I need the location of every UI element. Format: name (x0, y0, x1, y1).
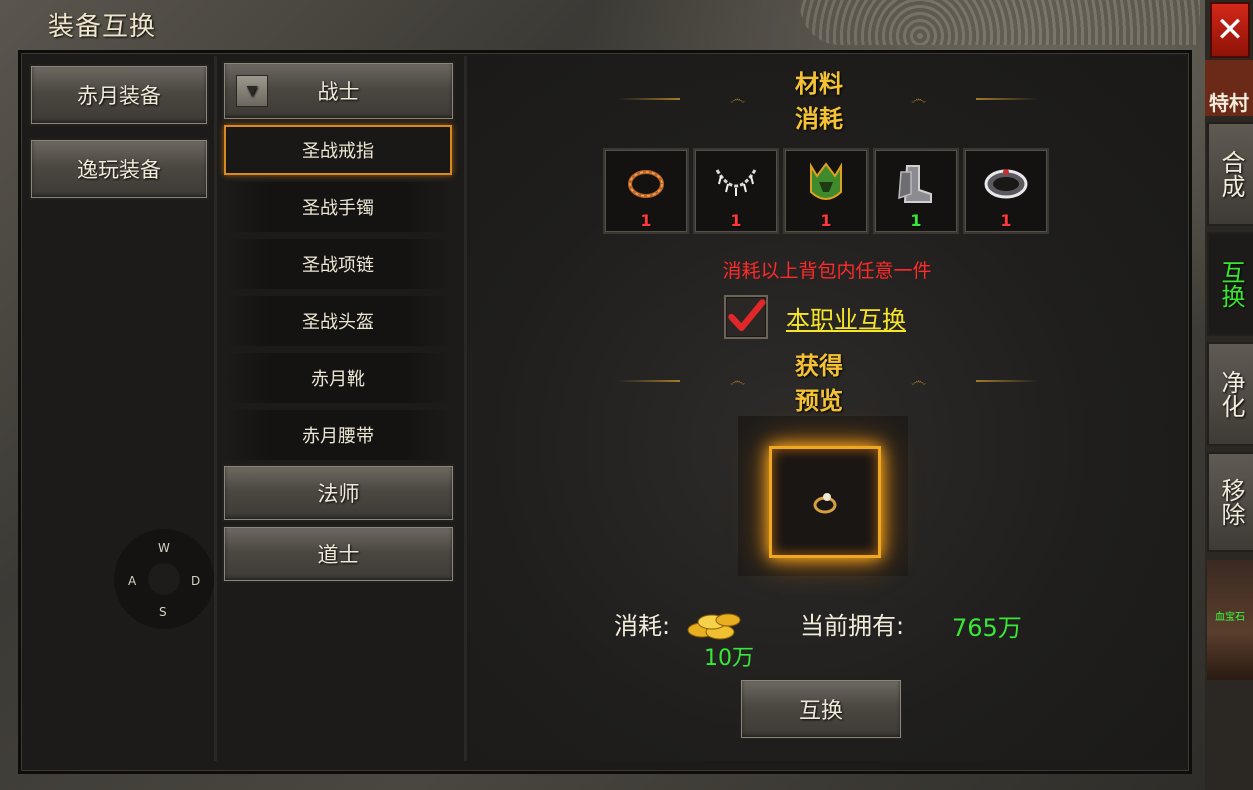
close-icon: ✕ (1215, 10, 1245, 50)
divider (618, 98, 680, 100)
item-label: 圣战头盔 (302, 312, 374, 333)
close-button[interactable]: ✕ (1210, 2, 1250, 58)
material-qty: 1 (910, 211, 922, 230)
cost-label: 消耗: (614, 612, 671, 640)
side-tab-exchange[interactable]: 互换 (1207, 232, 1253, 336)
class-item-column: ▼ 战士 圣战戒指 圣战手镯 圣战项链 圣战头盔 赤月靴 赤月腰带 法师 道士 (219, 56, 467, 761)
bracelet-icon (628, 170, 664, 198)
same-class-label[interactable]: 本职业互换 (786, 300, 906, 335)
window-frame: 装备互换 赤月装备 逸玩装备 W A D S ▼ 战士 圣战戒指 圣战手镯 圣战… (0, 0, 1205, 790)
material-slot[interactable]: 1 (783, 148, 869, 234)
same-class-checkbox[interactable] (724, 295, 768, 339)
materials-header: ෴ 材料消耗 ෴ (618, 70, 1038, 133)
swirl-ornament-icon: ෴ (729, 371, 746, 390)
item-sz-ring[interactable]: 圣战戒指 (224, 125, 452, 175)
swirl-ornament-icon: ෴ (910, 89, 927, 108)
ring-icon (813, 493, 837, 514)
checkmark-icon (728, 299, 766, 332)
necklace-icon (715, 169, 757, 196)
item-sz-helmet[interactable]: 圣战头盔 (224, 296, 452, 346)
preview-header: ෴ 获得预览 ෴ (618, 352, 1038, 415)
side-tab-label: 特村 (1209, 91, 1249, 115)
exchange-button-label: 互换 (798, 699, 843, 724)
class-label: 法师 (317, 482, 360, 506)
class-button-taoist[interactable]: 道士 (222, 525, 455, 583)
window-body: 赤月装备 逸玩装备 W A D S ▼ 战士 圣战戒指 圣战手镯 圣战项链 圣战… (18, 50, 1192, 774)
compass-a: A (128, 574, 137, 588)
side-tab-synthesize[interactable]: 合成 (1207, 122, 1253, 226)
material-slot[interactable]: 1 (693, 148, 779, 234)
class-button-mage[interactable]: 法师 (222, 464, 455, 522)
side-tab-label: 移除 (1217, 478, 1245, 526)
same-class-toggle[interactable]: 本职业互换 (724, 295, 906, 339)
item-label: 圣战项链 (302, 255, 374, 276)
exchange-button[interactable]: 互换 (739, 678, 903, 740)
item-label: 圣战戒指 (302, 141, 374, 162)
item-cy-belt[interactable]: 赤月腰带 (224, 410, 452, 460)
material-slot[interactable]: 1 (963, 148, 1049, 234)
cost-amount: 10万 (704, 646, 754, 671)
gold-coins-icon (687, 613, 741, 640)
preview-item-slot[interactable] (769, 446, 881, 558)
owned-label: 当前拥有: (800, 612, 905, 640)
category-label: 赤月装备 (77, 84, 161, 108)
side-tab-remove[interactable]: 移除 (1207, 452, 1253, 552)
material-qty: 1 (820, 211, 832, 230)
material-qty: 1 (730, 211, 742, 230)
preview-title: 获得预览 (795, 352, 844, 415)
item-sz-bracelet[interactable]: 圣战手镯 (224, 182, 452, 232)
category-button-yiwan[interactable]: 逸玩装备 (29, 138, 209, 200)
divider (976, 380, 1038, 382)
divider (976, 98, 1038, 100)
material-slot[interactable]: 1 (873, 148, 959, 234)
belt-icon (984, 169, 1028, 199)
item-sz-necklace[interactable]: 圣战项链 (224, 239, 452, 289)
material-slot[interactable]: 1 (603, 148, 689, 234)
side-tab-purify[interactable]: 净化 (1207, 342, 1253, 446)
compass-center (148, 563, 180, 595)
category-button-chiyue[interactable]: 赤月装备 (29, 64, 209, 126)
side-tab-special[interactable]: 特村 (1205, 60, 1253, 116)
class-button-warrior[interactable]: ▼ 战士 (222, 61, 455, 121)
category-label: 逸玩装备 (77, 158, 161, 182)
compass-w: W (158, 541, 170, 555)
compass-joystick[interactable]: W A D S (114, 529, 214, 629)
materials-title: 材料消耗 (795, 70, 844, 133)
preview-area (738, 416, 908, 576)
helmet-icon (810, 162, 842, 200)
class-label: 战士 (317, 80, 360, 104)
figure-label: 血宝石 (1215, 612, 1245, 623)
side-tab-label: 互换 (1217, 260, 1245, 308)
window-title: 装备互换 (48, 12, 157, 42)
boots-icon (898, 165, 932, 203)
owned-amount: 765万 (952, 614, 1022, 642)
item-cy-boots[interactable]: 赤月靴 (224, 353, 452, 403)
swirl-ornament-icon: ෴ (910, 371, 927, 390)
character-figure: 血宝石 (1207, 560, 1253, 680)
item-label: 圣战手镯 (302, 198, 374, 219)
side-tab-label: 合成 (1217, 150, 1245, 198)
divider (618, 380, 680, 382)
item-label: 赤月腰带 (302, 426, 374, 447)
compass-d: D (191, 574, 201, 588)
compass-s: S (159, 605, 167, 619)
item-label: 赤月靴 (311, 369, 365, 390)
class-label: 道士 (317, 543, 360, 567)
material-qty: 1 (1000, 211, 1012, 230)
swirl-ornament-icon: ෴ (729, 89, 746, 108)
materials-warning: 消耗以上背包内任意一件 (722, 260, 932, 282)
material-qty: 1 (640, 211, 652, 230)
chevron-down-icon: ▼ (236, 75, 268, 107)
category-column: 赤月装备 逸玩装备 W A D S (24, 56, 217, 761)
exchange-panel: ෴ 材料消耗 ෴ 1 1 1 1 1 消耗以上背包内任意一件 本职业互换 ෴ 获… (468, 56, 1186, 761)
material-slots: 1 1 1 1 1 (603, 148, 1049, 234)
side-tab-label: 净化 (1217, 370, 1245, 418)
dragon-decoration (800, 0, 1200, 45)
